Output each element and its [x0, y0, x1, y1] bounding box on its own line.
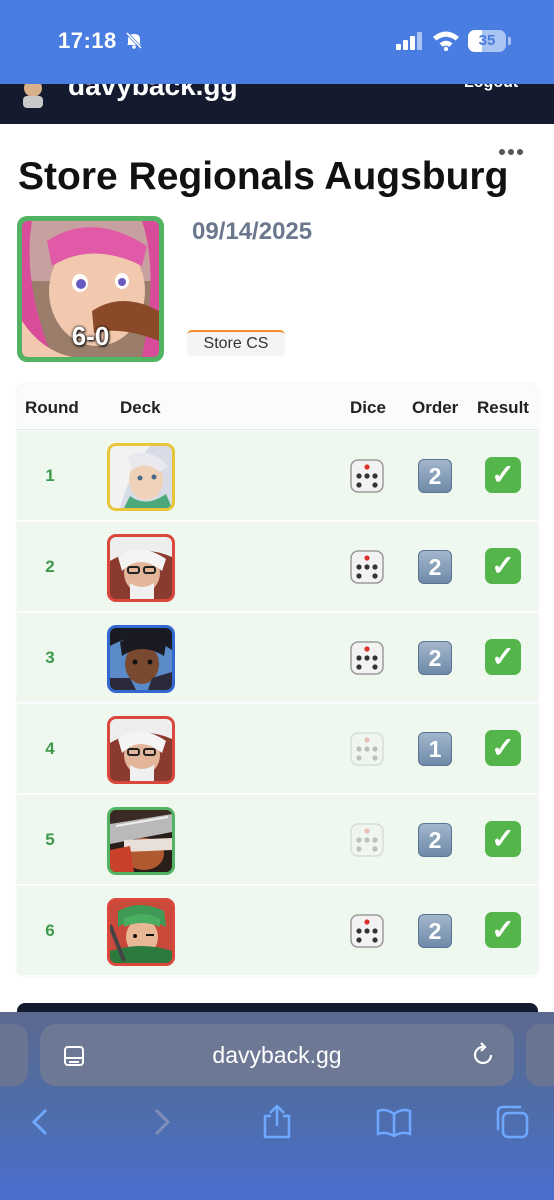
rounds-table: Round Deck Dice Order Result 1 2 ✓ 2 2 ✓…	[17, 384, 538, 976]
round-number: 3	[45, 648, 55, 667]
round-number: 2	[45, 557, 55, 576]
dice-icon-faded	[350, 823, 384, 857]
share-icon[interactable]	[259, 1104, 295, 1140]
address-bar[interactable]: davyback.gg	[40, 1024, 514, 1086]
bell-off-icon	[125, 31, 143, 50]
bookmarks-icon[interactable]	[376, 1104, 412, 1140]
win-check-icon: ✓	[485, 639, 521, 675]
battery-level: 35	[478, 32, 496, 49]
browser-toolbar: davyback.gg	[0, 1012, 554, 1200]
site-header: davyback.gg Logout	[0, 84, 554, 124]
col-round: Round	[25, 398, 79, 417]
previous-tab-peek[interactable]	[0, 1024, 28, 1086]
table-row[interactable]: 3 2 ✓	[17, 613, 538, 703]
site-logo-icon[interactable]	[18, 84, 48, 110]
back-icon[interactable]	[24, 1104, 60, 1140]
win-check-icon: ✓	[485, 548, 521, 584]
table-header: Round Deck Dice Order Result	[17, 384, 538, 430]
dice-icon	[350, 914, 384, 948]
page-title: Store Regionals Augsburg	[18, 155, 509, 198]
deck-leader-icon[interactable]	[107, 625, 175, 693]
table-row[interactable]: 6 2 ✓	[17, 886, 538, 976]
win-check-icon: ✓	[485, 821, 521, 857]
leader-artwork: 6-0	[22, 221, 159, 357]
col-dice: Dice	[350, 398, 386, 417]
table-row[interactable]: 1 2 ✓	[17, 431, 538, 521]
win-check-icon: ✓	[485, 457, 521, 493]
col-result: Result	[477, 398, 529, 417]
order-badge: 2	[418, 459, 452, 493]
status-time: 17:18	[58, 28, 117, 53]
leader-avatar-card: 6-0	[17, 216, 164, 362]
tabs-icon[interactable]	[494, 1104, 530, 1140]
deck-leader-icon[interactable]	[107, 716, 175, 784]
deck-leader-icon[interactable]	[107, 807, 175, 875]
dice-icon	[350, 459, 384, 493]
round-number: 1	[45, 466, 55, 485]
reload-icon[interactable]	[470, 1042, 496, 1068]
table-row[interactable]: 4 1 ✓	[17, 704, 538, 794]
forward-icon[interactable]	[142, 1104, 178, 1140]
col-deck: Deck	[120, 398, 161, 417]
order-badge: 2	[418, 823, 452, 857]
order-badge: 1	[418, 732, 452, 766]
round-number: 5	[45, 830, 55, 849]
win-check-icon: ✓	[485, 730, 521, 766]
site-title[interactable]: davyback.gg	[68, 84, 238, 102]
order-badge: 2	[418, 550, 452, 584]
next-tab-peek[interactable]	[526, 1024, 554, 1086]
event-type-badge: Store CS	[187, 330, 285, 356]
status-bar: 17:18 35	[0, 0, 554, 84]
event-date: 09/14/2025	[192, 218, 313, 245]
round-number: 4	[45, 739, 55, 758]
record-label: 6-0	[71, 321, 110, 351]
wifi-icon	[433, 31, 459, 51]
deck-leader-icon[interactable]	[107, 534, 175, 602]
order-badge: 2	[418, 914, 452, 948]
dice-icon	[350, 550, 384, 584]
url-text[interactable]: davyback.gg	[40, 1042, 514, 1069]
round-number: 6	[45, 921, 55, 940]
win-check-icon: ✓	[485, 912, 521, 948]
logout-link[interactable]: Logout	[464, 84, 518, 92]
col-order: Order	[412, 398, 459, 417]
order-badge: 2	[418, 641, 452, 675]
table-row[interactable]: 2 2 ✓	[17, 522, 538, 612]
signal-icon	[396, 32, 422, 50]
dice-icon	[350, 641, 384, 675]
battery-icon: 35	[468, 30, 511, 52]
table-row[interactable]: 5 2 ✓	[17, 795, 538, 885]
dice-icon-faded	[350, 732, 384, 766]
deck-leader-icon[interactable]	[107, 898, 175, 966]
deck-leader-icon[interactable]	[107, 443, 175, 511]
